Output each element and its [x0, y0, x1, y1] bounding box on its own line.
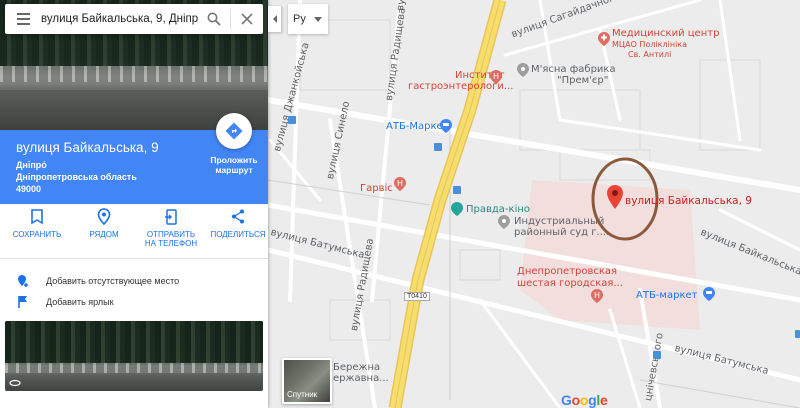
shopping-cart-icon[interactable]	[703, 287, 715, 301]
flag-icon	[18, 296, 27, 308]
transit-icon[interactable]	[795, 330, 800, 338]
close-icon[interactable]	[231, 4, 263, 34]
nearby-button[interactable]: РЯДОМ	[74, 208, 134, 256]
search-input[interactable]: вулиця Байкальська, 9, Дніпро́	[41, 13, 198, 25]
360-view-icon	[9, 379, 21, 387]
transit-icon[interactable]	[453, 186, 461, 194]
hospital-pin-icon[interactable]: H	[490, 70, 502, 84]
address-postcode: 49000	[16, 184, 42, 194]
poi-medcenter-line3[interactable]: Св. Антилі	[628, 49, 671, 60]
bookmark-icon	[31, 209, 43, 225]
poi-meat-line1[interactable]: М'ясна фабрика	[531, 64, 616, 75]
search-icon[interactable]	[198, 4, 230, 34]
shopping-cart-icon[interactable]	[440, 119, 452, 133]
directions-button[interactable]	[216, 113, 252, 149]
google-logo: Google	[561, 392, 608, 408]
search-box[interactable]: вулиця Байкальська, 9, Дніпро́	[5, 4, 263, 34]
share-button[interactable]: ПОДЕЛИТЬСЯ	[208, 208, 268, 256]
shop-pin-icon[interactable]	[517, 63, 529, 77]
poi-berezhna-line1[interactable]: Бережна	[333, 362, 380, 373]
send-to-phone-icon	[165, 209, 177, 225]
court-pin-icon[interactable]	[498, 215, 510, 229]
chevron-left-icon	[272, 15, 277, 23]
address-region: Дніпропетровська область	[16, 172, 137, 182]
language-select[interactable]: Ру	[288, 4, 328, 34]
transit-icon[interactable]	[653, 351, 661, 359]
poi-medcenter-line1[interactable]: Медицинский центр	[612, 28, 719, 39]
language-selected: Ру	[293, 13, 306, 25]
street-view-thumbnail[interactable]	[5, 321, 263, 391]
add-missing-place-row[interactable]: Добавить отсутствующее место	[16, 274, 179, 288]
cinema-pin-icon[interactable]	[451, 202, 463, 216]
hospital-pin-icon[interactable]: H	[394, 177, 406, 191]
add-label-text[interactable]: Добавить ярлык	[46, 297, 114, 307]
add-missing-place-label[interactable]: Добавить отсутствующее место	[46, 276, 179, 286]
road-badge: T0410	[404, 292, 430, 301]
hospital-pin-icon[interactable]: H	[591, 289, 603, 303]
svg-text:H: H	[397, 179, 403, 188]
poi-hospital-line2[interactable]: шестая городская...	[517, 278, 623, 289]
poi-atb2[interactable]: АТБ-маркет	[636, 290, 697, 301]
directions-icon	[225, 122, 243, 140]
poi-pravda[interactable]: Правда-кіно	[466, 204, 530, 215]
transit-icon[interactable]	[434, 143, 442, 151]
add-label-row[interactable]: Добавить ярлык	[16, 295, 114, 309]
satellite-label: Спутник	[287, 390, 318, 399]
collapse-panel-button[interactable]	[268, 6, 281, 32]
save-button[interactable]: СОХРАНИТЬ	[7, 208, 67, 256]
medical-pin-icon[interactable]	[598, 32, 610, 46]
directions-label[interactable]: Проложить маршрут	[204, 155, 264, 175]
transit-icon[interactable]	[288, 116, 296, 124]
marker-label[interactable]: вулиця Байкальська, 9	[625, 196, 752, 207]
menu-icon[interactable]	[5, 4, 41, 34]
address-city: Дніпро́	[16, 160, 47, 170]
place-header: вулиця Байкальська, 9 Дніпро́ Дніпропетр…	[0, 113, 268, 204]
poi-meat-line2[interactable]: "Прем'єр"	[557, 75, 608, 86]
poi-garvis[interactable]: Гарвіс	[360, 183, 393, 194]
poi-berezhna-line2[interactable]: ержавна...	[333, 373, 389, 384]
svg-text:H: H	[594, 291, 600, 300]
divider	[0, 258, 268, 259]
add-place-icon	[18, 275, 28, 287]
svg-text:H: H	[493, 72, 499, 81]
satellite-toggle[interactable]: Спутник	[282, 358, 332, 404]
share-icon	[232, 209, 244, 224]
location-marker-icon[interactable]	[607, 185, 623, 209]
place-panel: вулиця Байкальська, 9, Дніпро́ вулиця Ба…	[0, 0, 268, 408]
send-to-phone-button[interactable]: ОТПРАВИТЬ НА ТЕЛЕФОН	[141, 208, 201, 256]
place-title: вулиця Байкальська, 9	[16, 140, 159, 155]
action-bar: СОХРАНИТЬ РЯДОМ ОТПРАВИТЬ НА ТЕЛЕФОН ПОДЕ…	[0, 208, 268, 256]
poi-hospital-line1[interactable]: Днепропетровская	[517, 266, 617, 277]
nearby-pin-icon	[97, 208, 111, 226]
chevron-down-icon	[314, 17, 322, 22]
